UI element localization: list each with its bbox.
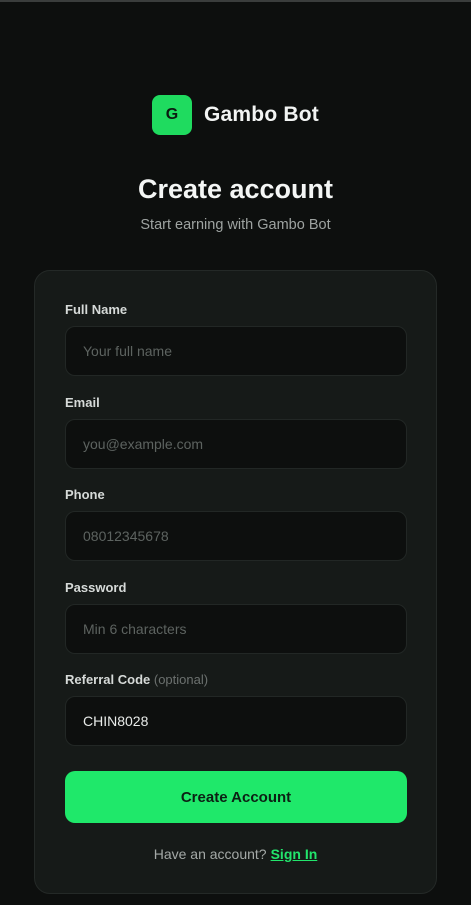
phone-input[interactable] (65, 511, 407, 561)
full-name-label: Full Name (65, 302, 128, 317)
referral-code-label: Referral Code (optional) (65, 672, 209, 687)
page-subtitle: Start earning with Gambo Bot (140, 217, 331, 233)
password-label: Password (65, 580, 127, 595)
email-label: Email (65, 395, 100, 410)
password-input[interactable] (65, 604, 407, 654)
create-account-button[interactable]: Create Account (65, 771, 407, 823)
signup-page: G Gambo Bot Create account Start earning… (0, 0, 471, 905)
window-top-border (0, 0, 471, 2)
brand-logo-letter: G (165, 106, 179, 123)
full-name-input[interactable] (65, 326, 407, 376)
sign-in-prompt-text: Have an account? (153, 846, 267, 862)
optional-hint: (optional) (153, 672, 209, 687)
brand-header: G Gambo Bot (0, 95, 471, 135)
signup-form-card: Full Name Email Phone Password Referral … (34, 270, 437, 894)
email-input[interactable] (65, 419, 407, 469)
brand-logo-icon: G (152, 95, 193, 135)
sign-in-prompt: Have an account? Sign In (35, 846, 436, 862)
page-title: Create account (137, 174, 334, 204)
phone-label: Phone (65, 487, 105, 502)
sign-in-link[interactable]: Sign In (271, 846, 318, 862)
brand-name: Gambo Bot (204, 103, 319, 126)
referral-code-input[interactable] (65, 696, 407, 746)
